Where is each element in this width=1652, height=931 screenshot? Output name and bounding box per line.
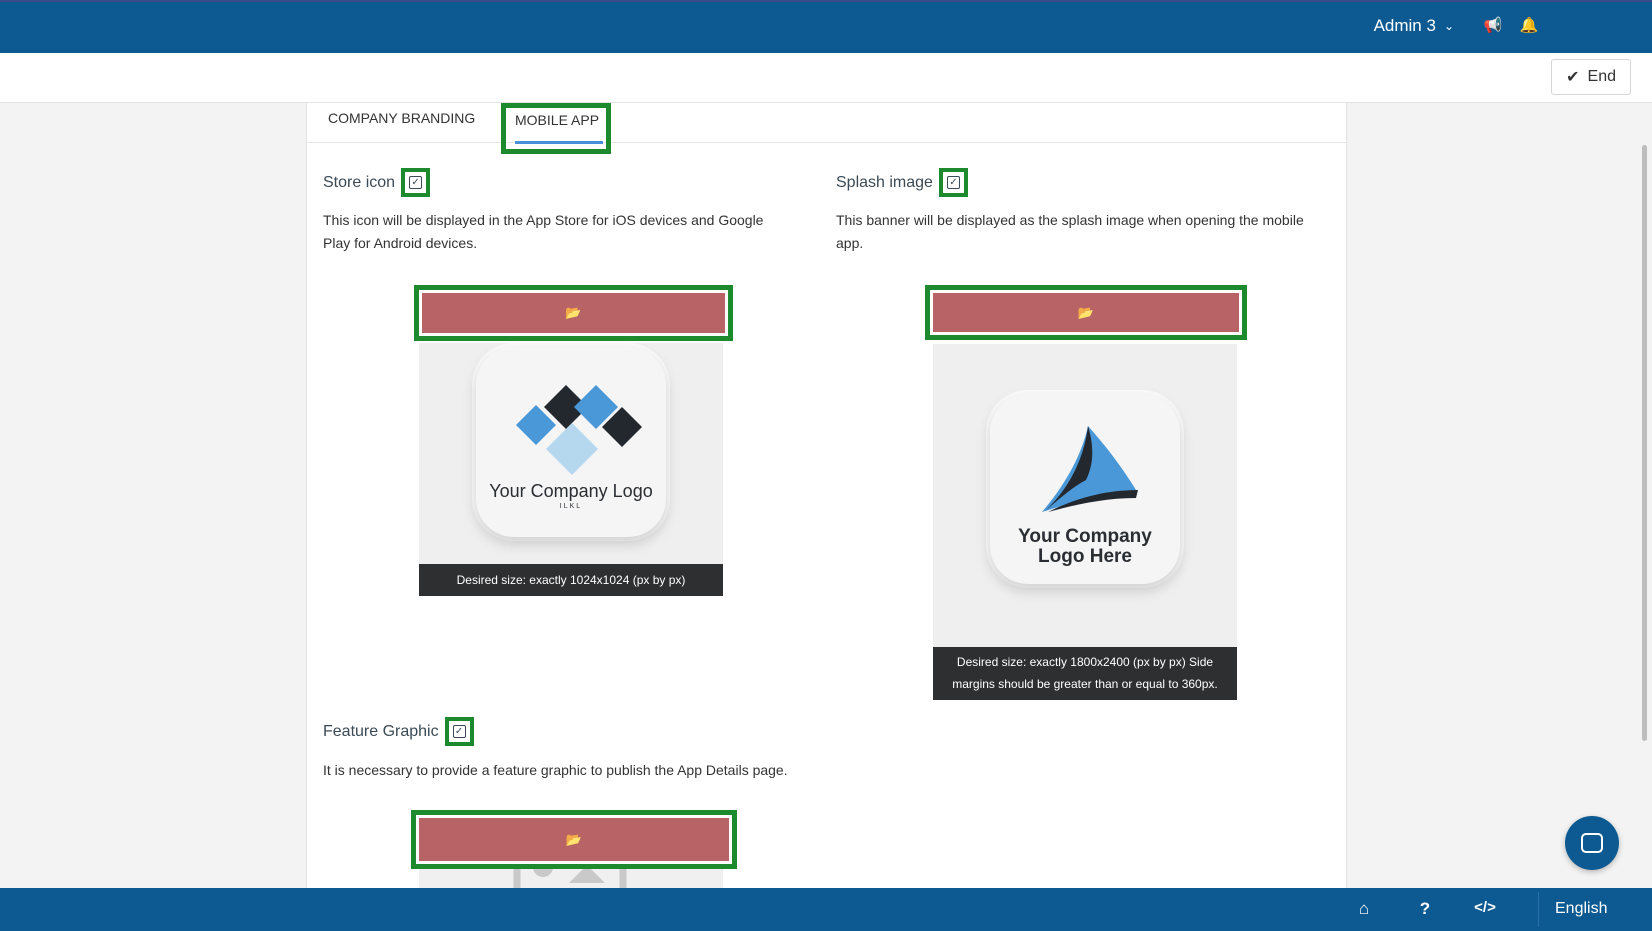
action-toolbar: ✔ End: [0, 53, 1652, 103]
language-label: English: [1555, 900, 1608, 917]
store-icon-title: Store icon: [323, 173, 396, 191]
diamond-logo-icon: [516, 385, 642, 475]
footer-bar: ⌂ ? </> English: [0, 888, 1652, 931]
check-icon: ✓: [946, 176, 960, 189]
store-icon-upload-button[interactable]: 📂: [422, 293, 725, 333]
check-icon: ✓: [452, 725, 466, 738]
store-icon-heading: Store icon ✓: [323, 168, 431, 197]
top-navigation-bar: Admin 3 ⌄ 📢 🔔: [0, 0, 1652, 53]
vertical-scrollbar[interactable]: [1642, 145, 1647, 741]
splash-image-description: This banner will be displayed as the spl…: [836, 212, 1304, 251]
feature-graphic-title: Feature Graphic: [323, 722, 439, 740]
folder-open-icon: 📂: [565, 305, 582, 320]
store-icon-upload-wrapper: 📂: [414, 285, 733, 341]
store-icon-description: This icon will be displayed in the App S…: [323, 212, 764, 251]
tab-label: COMPANY BRANDING: [328, 110, 476, 126]
tab-company-branding[interactable]: COMPANY BRANDING: [328, 110, 475, 126]
chat-launcher-button[interactable]: [1565, 816, 1619, 870]
splash-image-checkbox[interactable]: ✓: [938, 168, 968, 197]
chat-icon: [1581, 833, 1603, 853]
logo-text: Your Company Logo: [489, 481, 653, 501]
home-icon[interactable]: ⌂: [1352, 899, 1376, 919]
end-button-label: End: [1587, 68, 1616, 85]
code-icon[interactable]: </>: [1473, 899, 1497, 916]
logo-text-line1: Your Company: [1018, 526, 1152, 547]
content-panel: COMPANY BRANDING MOBILE APP Store icon ✓…: [306, 103, 1347, 888]
end-button[interactable]: ✔ End: [1551, 59, 1631, 95]
bell-icon[interactable]: 🔔: [1518, 16, 1540, 34]
language-selector[interactable]: English: [1538, 892, 1630, 927]
splash-image-upload-wrapper: 📂: [925, 285, 1247, 340]
logo-subtext: ILKL: [559, 503, 583, 510]
tab-mobile-app[interactable]: MOBILE APP: [501, 103, 611, 154]
user-menu[interactable]: Admin 3 ⌄: [1374, 16, 1454, 36]
splash-image-size-caption: Desired size: exactly 1800x2400 (px by p…: [933, 647, 1237, 700]
store-icon-preview: Your Company Logo ILKL Desired size: exa…: [419, 343, 723, 596]
feature-graphic-upload-wrapper: 📂: [411, 810, 737, 869]
folder-open-icon: 📂: [565, 831, 583, 847]
feature-graphic-upload-button[interactable]: 📂: [419, 818, 729, 861]
splash-image-heading: Splash image ✓: [836, 168, 968, 197]
checkmark-icon: ✔: [1566, 69, 1580, 86]
feature-graphic-description: It is necessary to provide a feature gra…: [323, 762, 788, 778]
help-icon[interactable]: ?: [1413, 899, 1437, 919]
chevron-down-icon: ⌄: [1443, 19, 1454, 33]
active-tab-indicator: [515, 141, 603, 144]
logo-text-line2: Logo Here: [1038, 546, 1132, 567]
sail-logo-icon: [1042, 426, 1138, 512]
tab-label: MOBILE APP: [515, 112, 600, 128]
splash-image-title: Splash image: [836, 173, 933, 191]
user-name: Admin 3: [1373, 16, 1436, 35]
feature-graphic-heading: Feature Graphic ✓: [323, 717, 474, 746]
megaphone-icon[interactable]: 📢: [1482, 16, 1504, 34]
feature-graphic-checkbox[interactable]: ✓: [444, 717, 474, 746]
check-icon: ✓: [409, 176, 423, 189]
store-icon-size-caption: Desired size: exactly 1024x1024 (px by p…: [419, 564, 723, 596]
company-logo-image: Your Company Logo Here: [990, 394, 1180, 584]
tab-bar: COMPANY BRANDING MOBILE APP: [307, 103, 1346, 154]
splash-image-preview: Your Company Logo Here Desired size: exa…: [933, 344, 1237, 700]
store-icon-checkbox[interactable]: ✓: [401, 168, 431, 197]
splash-image-upload-button[interactable]: 📂: [933, 293, 1239, 332]
folder-open-icon: 📂: [1077, 304, 1095, 320]
company-logo-image: Your Company Logo ILKL: [476, 347, 666, 537]
